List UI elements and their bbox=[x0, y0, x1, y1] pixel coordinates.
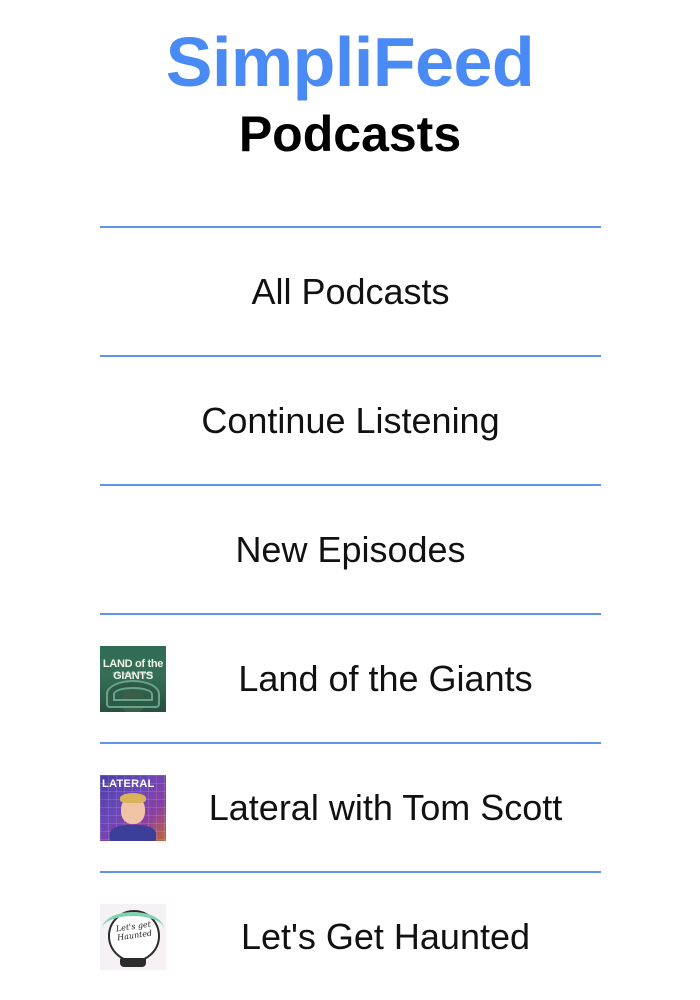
artwork-title: LATERAL bbox=[102, 778, 155, 790]
crystal-ball-base-graphic bbox=[120, 958, 146, 967]
podcast-menu: All Podcasts Continue Listening New Epis… bbox=[100, 226, 601, 1000]
page-title: Podcasts bbox=[238, 106, 462, 162]
menu-item-all-podcasts[interactable]: All Podcasts bbox=[100, 228, 601, 355]
maze-graphic bbox=[106, 680, 160, 708]
menu-item-label: New Episodes bbox=[235, 528, 466, 570]
host-body-graphic bbox=[110, 825, 156, 841]
menu-item-label: Continue Listening bbox=[201, 399, 500, 441]
podcast-item-land-of-the-giants[interactable]: LAND of the GIANTS THE DISNEY EMPIRE Lan… bbox=[100, 615, 601, 742]
lets-get-haunted-artwork: Let's get Haunted bbox=[100, 904, 166, 970]
app-title: SimpliFeed bbox=[165, 23, 535, 101]
podcast-item-lets-get-haunted[interactable]: Let's get Haunted Let's Get Haunted bbox=[100, 873, 601, 1000]
podcast-title: Let's Get Haunted bbox=[240, 915, 531, 957]
podcast-title: Land of the Giants bbox=[238, 657, 533, 699]
menu-item-label: All Podcasts bbox=[251, 270, 450, 312]
artwork-title: LAND of the GIANTS bbox=[102, 658, 164, 682]
menu-item-continue-listening[interactable]: Continue Listening bbox=[100, 357, 601, 484]
lateral-artwork: LATERAL bbox=[100, 775, 166, 841]
podcast-title: Lateral with Tom Scott bbox=[208, 786, 563, 828]
artwork-subtitle: THE DISNEY EMPIRE bbox=[112, 671, 154, 676]
land-of-the-giants-artwork: LAND of the GIANTS THE DISNEY EMPIRE bbox=[100, 646, 166, 712]
menu-item-new-episodes[interactable]: New Episodes bbox=[100, 486, 601, 613]
host-hair-graphic bbox=[120, 793, 146, 803]
podcast-item-lateral[interactable]: LATERAL Lateral with Tom Scott bbox=[100, 744, 601, 871]
